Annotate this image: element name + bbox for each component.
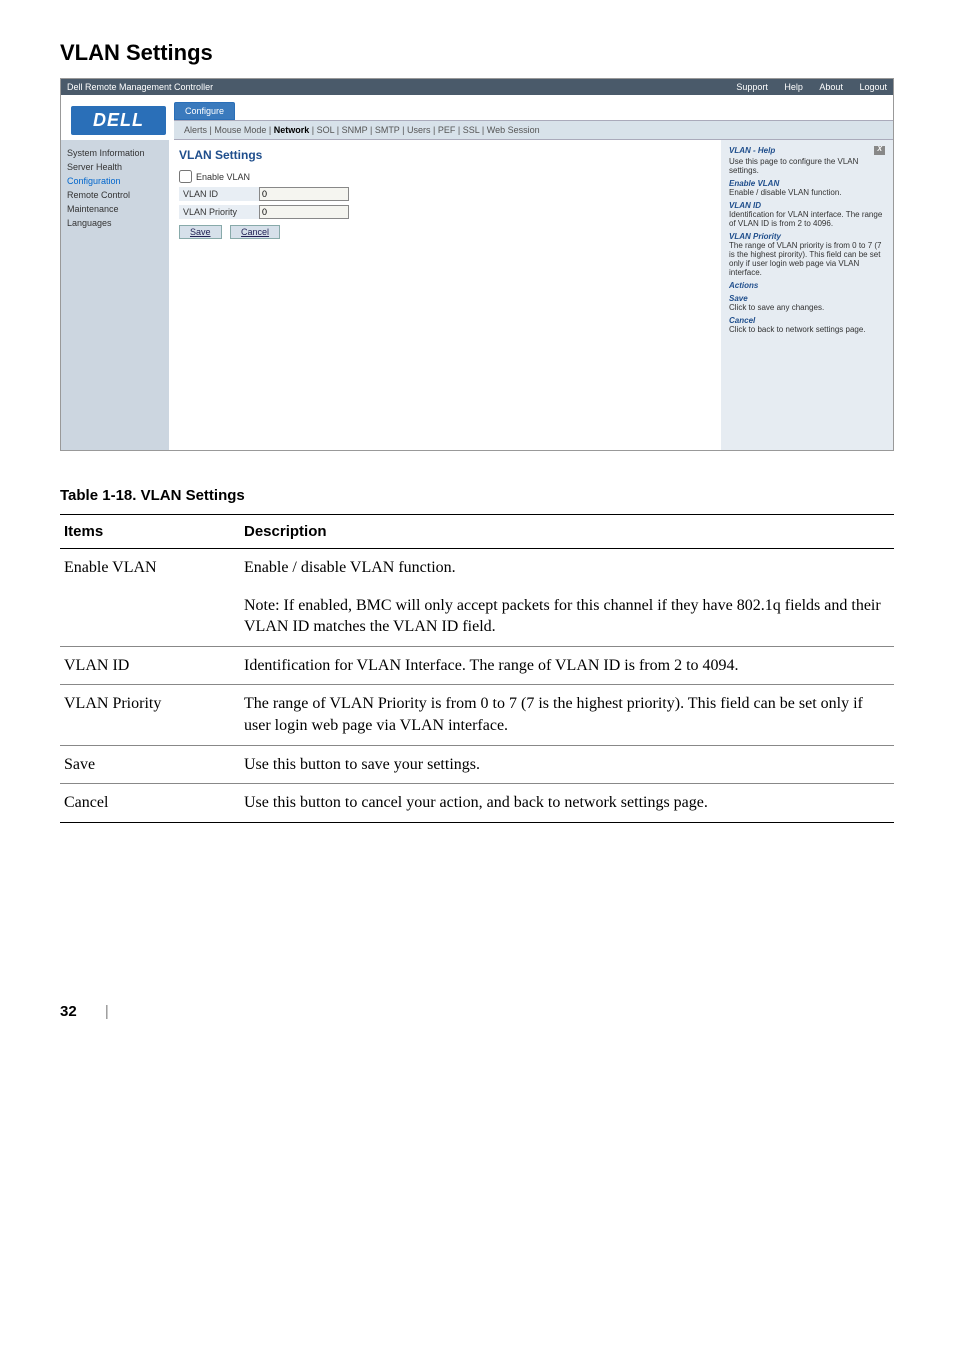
vlan-settings-table: Items Description Enable VLAN Enable / d… bbox=[60, 514, 894, 823]
sidebar-item-maintenance[interactable]: Maintenance bbox=[67, 204, 163, 214]
sidebar-item-configuration[interactable]: Configuration bbox=[67, 176, 163, 186]
subtab-ssl[interactable]: SSL bbox=[463, 125, 480, 135]
help-h: Enable VLAN bbox=[729, 179, 885, 188]
row-vlan-priority: VLAN Priority bbox=[179, 205, 711, 219]
titlebar-left: Dell Remote Management Controller bbox=[67, 82, 213, 92]
cell-desc: Enable / disable VLAN function. bbox=[240, 549, 894, 587]
help-vlan-priority: VLAN Priority The range of VLAN priority… bbox=[729, 232, 885, 277]
titlebar-right: Support Help About Logout bbox=[722, 82, 887, 92]
help-vlan-id: VLAN ID Identification for VLAN interfac… bbox=[729, 201, 885, 228]
help-title: VLAN - Help bbox=[729, 146, 775, 155]
cancel-button[interactable]: Cancel bbox=[230, 225, 280, 239]
cell-item: VLAN Priority bbox=[60, 685, 240, 745]
help-t: The range of VLAN priority is from 0 to … bbox=[729, 241, 885, 277]
dell-logo: DELL bbox=[71, 106, 166, 135]
cell-desc: Use this button to save your settings. bbox=[240, 745, 894, 784]
cell-item: Save bbox=[60, 745, 240, 784]
tabs-row: Configure bbox=[174, 101, 893, 120]
table-row: VLAN Priority The range of VLAN Priority… bbox=[60, 685, 894, 745]
table-caption: Table 1-18. VLAN Settings bbox=[60, 487, 894, 504]
banner-row: DELL Configure Alerts | Mouse Mode | Net… bbox=[61, 95, 893, 140]
help-h: Actions bbox=[729, 281, 885, 290]
help-enable-vlan: Enable VLAN Enable / disable VLAN functi… bbox=[729, 179, 885, 197]
help-h: VLAN ID bbox=[729, 201, 885, 210]
sidebar-item-remote-control[interactable]: Remote Control bbox=[67, 190, 163, 200]
cell-desc: Identification for VLAN Interface. The r… bbox=[240, 646, 894, 685]
enable-vlan-checkbox[interactable] bbox=[179, 170, 192, 183]
pane-title: VLAN Settings bbox=[179, 148, 711, 162]
table-row: Enable VLAN Enable / disable VLAN functi… bbox=[60, 549, 894, 587]
table-row: VLAN ID Identification for VLAN Interfac… bbox=[60, 646, 894, 685]
screenshot-vlan-settings: Dell Remote Management Controller Suppor… bbox=[60, 78, 894, 451]
subtab-users[interactable]: Users bbox=[407, 125, 431, 135]
col-description: Description bbox=[240, 515, 894, 549]
help-h: Save bbox=[729, 294, 885, 303]
help-t: Click to back to network settings page. bbox=[729, 325, 885, 334]
vlan-priority-label: VLAN Priority bbox=[179, 205, 259, 219]
link-support[interactable]: Support bbox=[736, 82, 768, 92]
tab-configure[interactable]: Configure bbox=[174, 102, 235, 120]
close-icon[interactable]: X bbox=[874, 146, 885, 155]
row-enable-vlan: Enable VLAN bbox=[179, 170, 711, 183]
subtab-pef[interactable]: PEF bbox=[438, 125, 456, 135]
sidebar-item-languages[interactable]: Languages bbox=[67, 218, 163, 228]
help-pane: VLAN - Help X Use this page to configure… bbox=[721, 140, 893, 450]
subtab-web-session[interactable]: Web Session bbox=[487, 125, 540, 135]
help-intro: Use this page to configure the VLAN sett… bbox=[729, 157, 885, 175]
cell-desc: Note: If enabled, BMC will only accept p… bbox=[240, 587, 894, 647]
help-t: Identification for VLAN interface. The r… bbox=[729, 210, 885, 228]
subtab-mouse-mode[interactable]: Mouse Mode bbox=[214, 125, 266, 135]
subtab-smtp[interactable]: SMTP bbox=[375, 125, 400, 135]
enable-vlan-label: Enable VLAN bbox=[196, 172, 250, 182]
page-number-row: 32 | bbox=[60, 1003, 894, 1020]
link-help[interactable]: Help bbox=[784, 82, 803, 92]
vlan-id-input[interactable] bbox=[259, 187, 349, 201]
row-vlan-id: VLAN ID bbox=[179, 187, 711, 201]
sidebar: System Information Server Health Configu… bbox=[61, 140, 169, 450]
help-h: VLAN Priority bbox=[729, 232, 885, 241]
page-divider: | bbox=[105, 1003, 109, 1020]
help-save: Save Click to save any changes. bbox=[729, 294, 885, 312]
table-row: Save Use this button to save your settin… bbox=[60, 745, 894, 784]
cell-desc: The range of VLAN Priority is from 0 to … bbox=[240, 685, 894, 745]
help-t: Click to save any changes. bbox=[729, 303, 885, 312]
button-row: Save Cancel bbox=[179, 225, 711, 239]
help-actions: Actions bbox=[729, 281, 885, 290]
subtab-sol[interactable]: SOL bbox=[317, 125, 335, 135]
help-t: Enable / disable VLAN function. bbox=[729, 188, 885, 197]
cell-item bbox=[60, 587, 240, 647]
page-number: 32 bbox=[60, 1003, 77, 1020]
subtab-network[interactable]: Network bbox=[274, 125, 310, 135]
help-title-row: VLAN - Help X bbox=[729, 146, 885, 155]
link-logout[interactable]: Logout bbox=[859, 82, 887, 92]
table-row: Note: If enabled, BMC will only accept p… bbox=[60, 587, 894, 647]
body-row: System Information Server Health Configu… bbox=[61, 140, 893, 450]
main-pane: VLAN Settings Enable VLAN VLAN ID VLAN P… bbox=[169, 140, 721, 450]
vlan-priority-input[interactable] bbox=[259, 205, 349, 219]
save-button[interactable]: Save bbox=[179, 225, 222, 239]
col-items: Items bbox=[60, 515, 240, 549]
cell-item: Enable VLAN bbox=[60, 549, 240, 587]
vlan-id-label: VLAN ID bbox=[179, 187, 259, 201]
subtab-alerts[interactable]: Alerts bbox=[184, 125, 207, 135]
cell-desc: Use this button to cancel your action, a… bbox=[240, 784, 894, 823]
cell-item: Cancel bbox=[60, 784, 240, 823]
sidebar-item-system-information[interactable]: System Information bbox=[67, 148, 163, 158]
table-row: Cancel Use this button to cancel your ac… bbox=[60, 784, 894, 823]
section-title: VLAN Settings bbox=[60, 40, 894, 66]
subtabs: Alerts | Mouse Mode | Network | SOL | SN… bbox=[174, 120, 893, 140]
help-cancel: Cancel Click to back to network settings… bbox=[729, 316, 885, 334]
subtab-snmp[interactable]: SNMP bbox=[342, 125, 368, 135]
window-titlebar: Dell Remote Management Controller Suppor… bbox=[61, 79, 893, 95]
help-h: Cancel bbox=[729, 316, 885, 325]
cell-item: VLAN ID bbox=[60, 646, 240, 685]
sidebar-item-server-health[interactable]: Server Health bbox=[67, 162, 163, 172]
link-about[interactable]: About bbox=[819, 82, 843, 92]
